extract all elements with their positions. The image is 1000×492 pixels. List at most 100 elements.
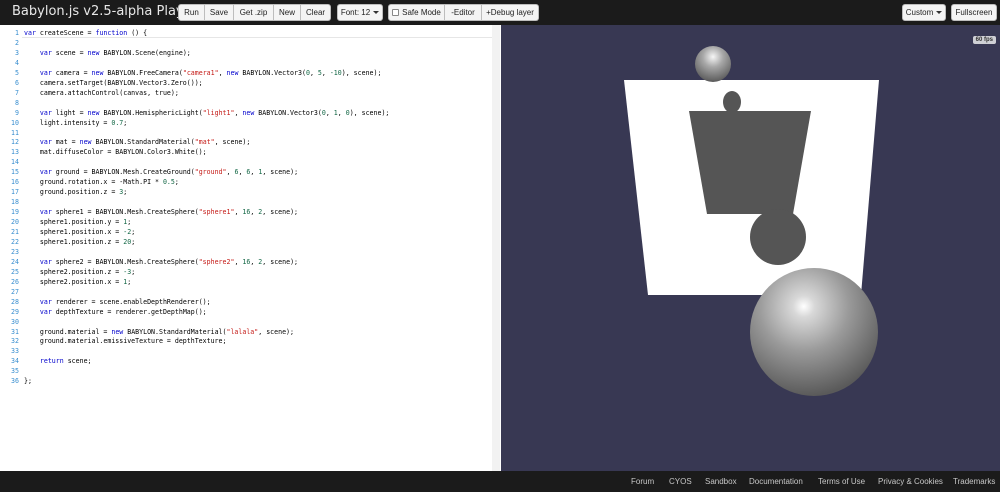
- code-line[interactable]: 12 var mat = new BABYLON.StandardMateria…: [0, 137, 490, 147]
- code-line[interactable]: 14: [0, 157, 490, 167]
- code-text[interactable]: ground.rotation.x = -Math.PI * 0.5;: [24, 177, 179, 187]
- line-number: 12: [11, 138, 19, 147]
- code-text[interactable]: ground.position.z = 3;: [24, 187, 127, 197]
- code-line[interactable]: 15 var ground = BABYLON.Mesh.CreateGroun…: [0, 167, 490, 177]
- footer-link-trademarks[interactable]: Trademarks: [953, 477, 995, 486]
- line-number: 28: [11, 297, 19, 306]
- code-text[interactable]: light.intensity = 0.7;: [24, 118, 127, 128]
- footer-link-privacy[interactable]: Privacy & Cookies: [878, 477, 943, 486]
- line-number: 34: [11, 357, 19, 366]
- code-line[interactable]: 24 var sphere2 = BABYLON.Mesh.CreateSphe…: [0, 257, 490, 267]
- footer-link-sandbox[interactable]: Sandbox: [705, 477, 737, 486]
- line-number: 32: [11, 337, 19, 346]
- code-line[interactable]: 18: [0, 197, 490, 207]
- code-line[interactable]: 8: [0, 98, 490, 108]
- code-text[interactable]: camera.setTarget(BABYLON.Vector3.Zero())…: [24, 78, 203, 88]
- code-text[interactable]: var mat = new BABYLON.StandardMaterial("…: [24, 137, 250, 147]
- top-navbar: Babylon.js v2.5-alpha Playground Run Sav…: [0, 0, 1000, 25]
- line-number: 2: [15, 38, 19, 47]
- code-line[interactable]: 31 ground.material = new BABYLON.Standar…: [0, 327, 490, 337]
- code-line[interactable]: 2: [0, 38, 490, 48]
- code-line[interactable]: 6 camera.setTarget(BABYLON.Vector3.Zero(…: [0, 78, 490, 88]
- footer-link-documentation[interactable]: Documentation: [749, 477, 803, 486]
- code-line[interactable]: 26 sphere2.position.x = 1;: [0, 277, 490, 287]
- line-number: 24: [11, 257, 19, 266]
- code-text[interactable]: mat.diffuseColor = BABYLON.Color3.White(…: [24, 147, 207, 157]
- font-size-dropdown[interactable]: Font: 12: [337, 4, 383, 21]
- code-line[interactable]: 9 var light = new BABYLON.HemisphericLig…: [0, 108, 490, 118]
- caret-down-icon: [373, 11, 380, 14]
- footer-link-forum[interactable]: Forum: [631, 477, 654, 486]
- fullscreen-button[interactable]: Fullscreen: [951, 4, 997, 21]
- get-zip-button[interactable]: Get .zip: [234, 4, 274, 21]
- code-text[interactable]: var camera = new BABYLON.FreeCamera("cam…: [24, 68, 382, 78]
- code-text[interactable]: sphere2.position.z = -3;: [24, 267, 135, 277]
- code-line[interactable]: 20 sphere1.position.y = 1;: [0, 217, 490, 227]
- line-number: 30: [11, 317, 19, 326]
- line-number: 26: [11, 277, 19, 286]
- line-number: 33: [11, 347, 19, 356]
- line-number: 5: [15, 68, 19, 77]
- code-line[interactable]: 29 var depthTexture = renderer.getDepthM…: [0, 307, 490, 317]
- scene-render: [624, 46, 879, 396]
- code-text[interactable]: var sphere1 = BABYLON.Mesh.CreateSphere(…: [24, 207, 298, 217]
- code-text[interactable]: return scene;: [24, 356, 92, 366]
- safe-mode-checkbox[interactable]: [392, 9, 400, 16]
- code-text[interactable]: var createScene = function () {: [24, 28, 147, 38]
- code-line[interactable]: 7 camera.attachControl(canvas, true);: [0, 88, 490, 98]
- code-line[interactable]: 21 sphere1.position.x = -2;: [0, 227, 490, 237]
- debug-layer-button[interactable]: +Debug layer: [482, 4, 539, 21]
- code-text[interactable]: sphere1.position.z = 20;: [24, 237, 135, 247]
- code-text[interactable]: };: [24, 376, 32, 386]
- code-text[interactable]: var ground = BABYLON.Mesh.CreateGround("…: [24, 167, 298, 177]
- custom-label: Custom: [905, 7, 934, 17]
- code-text[interactable]: var scene = new BABYLON.Scene(engine);: [24, 48, 191, 58]
- code-editor[interactable]: 1 var createScene = function () {2 3 var s…: [0, 25, 500, 471]
- code-line[interactable]: 16 ground.rotation.x = -Math.PI * 0.5;: [0, 177, 490, 187]
- safe-mode-label: Safe Mode: [402, 7, 441, 17]
- render-canvas[interactable]: 60 fps: [501, 25, 1000, 471]
- code-line[interactable]: 3 var scene = new BABYLON.Scene(engine);: [0, 48, 490, 58]
- code-text[interactable]: sphere1.position.x = -2;: [24, 227, 135, 237]
- code-text[interactable]: sphere2.position.x = 1;: [24, 277, 131, 287]
- editor-toggle-button[interactable]: -Editor: [445, 4, 482, 21]
- code-line[interactable]: 28 var renderer = scene.enableDepthRende…: [0, 297, 490, 307]
- code-line[interactable]: 11: [0, 128, 490, 138]
- code-line[interactable]: 22 sphere1.position.z = 20;: [0, 237, 490, 247]
- code-line[interactable]: 34 return scene;: [0, 356, 490, 366]
- footer-link-terms[interactable]: Terms of Use: [818, 477, 865, 486]
- code-text[interactable]: var depthTexture = renderer.getDepthMap(…: [24, 307, 207, 317]
- code-text[interactable]: ground.material.emissiveTexture = depthT…: [24, 336, 227, 346]
- clear-button[interactable]: Clear: [301, 4, 331, 21]
- code-text[interactable]: var renderer = scene.enableDepthRenderer…: [24, 297, 211, 307]
- code-line[interactable]: 10 light.intensity = 0.7;: [0, 118, 490, 128]
- code-text[interactable]: sphere1.position.y = 1;: [24, 217, 131, 227]
- code-line[interactable]: 35: [0, 366, 490, 376]
- code-text[interactable]: var sphere2 = BABYLON.Mesh.CreateSphere(…: [24, 257, 298, 267]
- code-line[interactable]: 1 var createScene = function () {: [0, 28, 490, 38]
- code-line[interactable]: 27: [0, 287, 490, 297]
- code-line[interactable]: 19 var sphere1 = BABYLON.Mesh.CreateSphe…: [0, 207, 490, 217]
- line-number: 7: [15, 88, 19, 97]
- custom-dropdown[interactable]: Custom: [902, 4, 946, 21]
- code-line[interactable]: 23: [0, 247, 490, 257]
- code-text[interactable]: ground.material = new BABYLON.StandardMa…: [24, 327, 294, 337]
- editor-scrollbar[interactable]: [492, 25, 500, 471]
- line-number: 16: [11, 178, 19, 187]
- safe-mode-toggle[interactable]: Safe Mode: [388, 4, 445, 21]
- new-button[interactable]: New: [274, 4, 301, 21]
- run-button[interactable]: Run: [178, 4, 205, 21]
- code-line[interactable]: 36};: [0, 376, 490, 386]
- footer-link-cyos[interactable]: CYOS: [669, 477, 692, 486]
- code-text[interactable]: camera.attachControl(canvas, true);: [24, 88, 179, 98]
- code-line[interactable]: 4: [0, 58, 490, 68]
- code-line[interactable]: 30: [0, 317, 490, 327]
- code-line[interactable]: 32 ground.material.emissiveTexture = dep…: [0, 336, 490, 346]
- code-line[interactable]: 17 ground.position.z = 3;: [0, 187, 490, 197]
- save-button[interactable]: Save: [205, 4, 234, 21]
- code-text[interactable]: var light = new BABYLON.HemisphericLight…: [24, 108, 390, 118]
- code-line[interactable]: 33: [0, 346, 490, 356]
- code-line[interactable]: 5 var camera = new BABYLON.FreeCamera("c…: [0, 68, 490, 78]
- code-line[interactable]: 13 mat.diffuseColor = BABYLON.Color3.Whi…: [0, 147, 490, 157]
- code-line[interactable]: 25 sphere2.position.z = -3;: [0, 267, 490, 277]
